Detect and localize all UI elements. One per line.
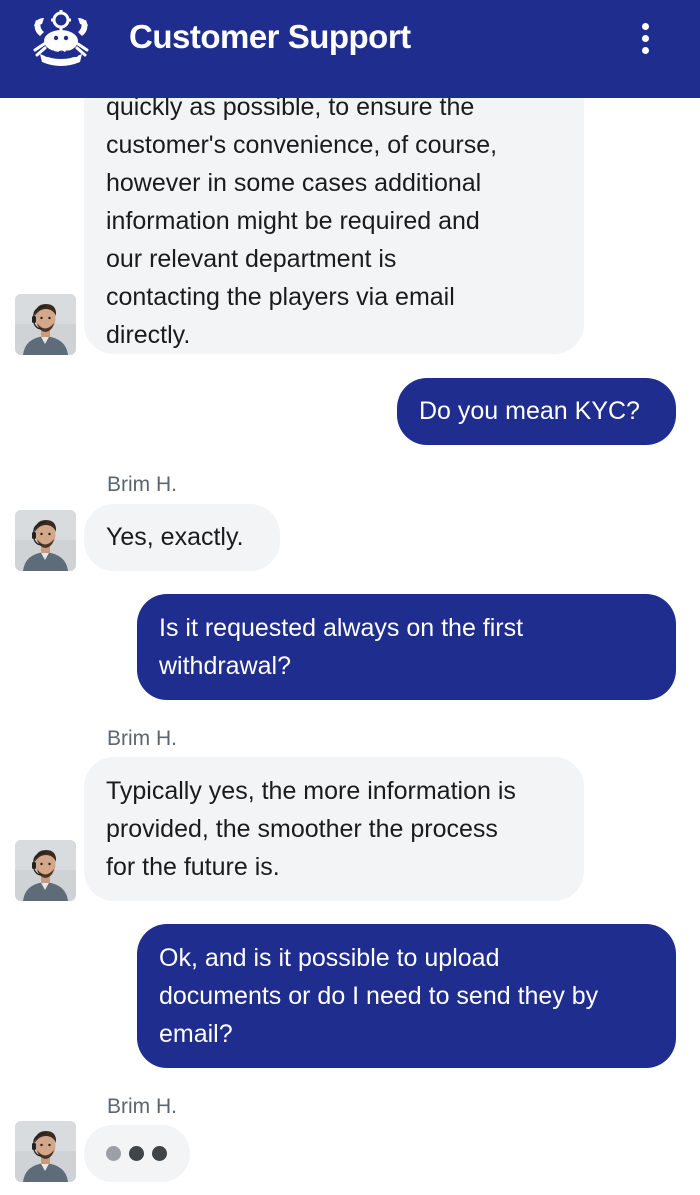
agent-avatar: [15, 840, 76, 901]
message-line: our relevant department is: [106, 245, 397, 273]
message-line: Is it requested always on the first: [159, 614, 524, 642]
chat-thread: quickly as possible, to ensure the custo…: [0, 0, 700, 1195]
message-line: Yes, exactly.: [106, 523, 244, 551]
typing-dot: [106, 1146, 121, 1161]
typing-dot: [129, 1146, 144, 1161]
agent-name: Brim H.: [107, 473, 177, 496]
message-line: however in some cases additional: [106, 169, 482, 197]
agent-name: Brim H.: [107, 727, 177, 750]
user-message: Ok, and is it possible to upload documen…: [137, 924, 676, 1068]
message-line: Ok, and is it possible to upload: [159, 944, 500, 972]
agent-avatar: [15, 294, 76, 355]
message-line: withdrawal?: [159, 652, 292, 680]
message-line: information might be required and: [106, 207, 480, 235]
user-message: Do you mean KYC?: [397, 378, 676, 445]
agent-avatar: [15, 510, 76, 571]
typing-indicator: [84, 1125, 190, 1182]
message-line: customer's convenience, of course,: [106, 131, 498, 159]
message-line: provided, the smoother the process: [106, 815, 498, 843]
logo-text: SLOTS: [44, 50, 80, 60]
typing-dot: [152, 1146, 167, 1161]
message-line: for the future is.: [106, 853, 280, 881]
message-line: Do you mean KYC?: [419, 397, 640, 425]
agent-message: quickly as possible, to ensure the custo…: [84, 72, 584, 354]
agent-message: Typically yes, the more information is p…: [84, 757, 584, 901]
agent-name: Brim H.: [107, 1095, 177, 1118]
message-line: directly.: [106, 321, 191, 349]
slots-crab-logo[interactable]: SLOTS: [30, 10, 92, 68]
agent-avatar: [15, 1121, 76, 1182]
user-message: Is it requested always on the first with…: [137, 594, 676, 700]
message-line: Typically yes, the more information is: [106, 777, 516, 805]
page-title: Customer Support: [129, 18, 411, 55]
message-line: documents or do I need to send they by: [159, 982, 599, 1010]
agent-message: Yes, exactly.: [84, 504, 280, 571]
message-line: email?: [159, 1020, 233, 1048]
message-line: contacting the players via email: [106, 283, 455, 311]
app-header: SLOTS Customer Support: [0, 0, 700, 98]
kebab-menu-icon[interactable]: [630, 20, 660, 56]
